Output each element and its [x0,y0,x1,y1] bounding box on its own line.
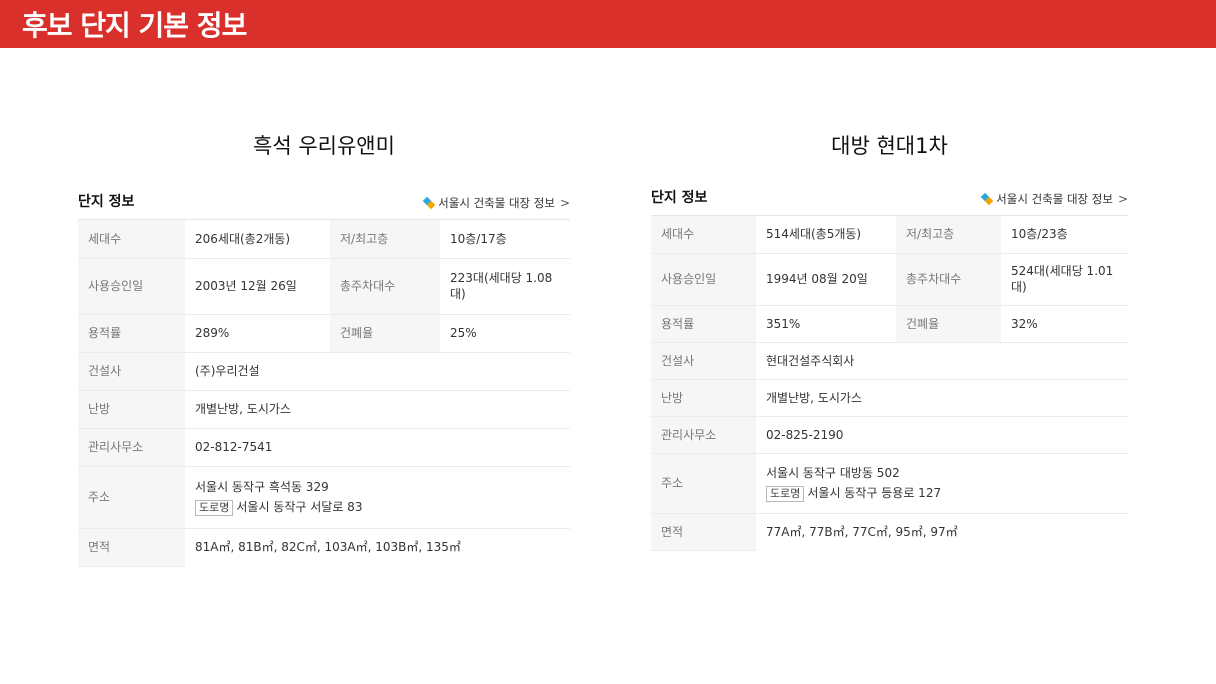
office-value: 02-812-7541 [185,428,570,467]
section-header: 단지 정보 서울시 건축물 대장 정보 > [651,184,1128,216]
approval-value: 2003년 12월 26일 [185,258,330,315]
table-row: 난방 개별난방, 도시가스 [78,390,570,429]
address-lot: 서울시 동작구 대방동 502 [766,465,900,480]
parking-value: 223대(세대당 1.08대) [440,258,570,315]
road-name-tag: 도로명 [195,499,234,516]
area-label: 면적 [651,513,756,551]
address-label: 주소 [651,453,756,514]
far-label: 용적률 [78,314,185,353]
building-registry-link-label: 서울시 건축물 대장 정보 [438,196,555,210]
floors-value: 10층/23층 [1001,216,1128,254]
complex-name: 흑석 우리유앤미 [253,134,395,158]
road-name-tag: 도로명 [766,485,805,502]
building-registry-icon [981,193,993,205]
builder-label: 건설사 [651,342,756,380]
section-title: 단지 정보 [78,194,135,210]
heating-label: 난방 [78,390,185,429]
heating-value: 개별난방, 도시가스 [756,379,1128,417]
address-road-line: 도로명 서울시 동작구 등용로 127 [766,485,1118,502]
building-registry-link[interactable]: 서울시 건축물 대장 정보 > [981,191,1128,207]
table-row: 주소 서울시 동작구 대방동 502 도로명 서울시 동작구 등용로 127 [651,453,1128,514]
address-label: 주소 [78,466,185,529]
parking-label: 총주차대수 [896,253,1001,306]
approval-label: 사용승인일 [78,258,185,315]
table-row: 건설사 현대건설주식회사 [651,342,1128,380]
households-value: 206세대(총2개동) [185,220,330,259]
households-label: 세대수 [651,216,756,254]
building-registry-icon [423,197,435,209]
table-row: 면적 81A㎡, 81B㎡, 82C㎡, 103A㎡, 103B㎡, 135㎡ [78,528,570,567]
builder-value: 현대건설주식회사 [756,342,1128,380]
page-title: 후보 단지 기본 정보 [22,9,247,42]
table-row: 세대수 206세대(총2개동) 저/최고층 10층/17층 [78,220,570,259]
builder-value: (주)우리건설 [185,352,570,391]
parking-value: 524대(세대당 1.01대) [1001,253,1128,306]
chevron-right-icon: > [1117,192,1128,206]
bcr-value: 25% [440,314,570,353]
far-value: 351% [756,305,896,343]
table-row: 주소 서울시 동작구 흑석동 329 도로명 서울시 동작구 서달로 83 [78,466,570,529]
table-row: 용적률 289% 건폐율 25% [78,314,570,353]
heating-label: 난방 [651,379,756,417]
approval-value: 1994년 08월 20일 [756,253,896,306]
address-value: 서울시 동작구 대방동 502 도로명 서울시 동작구 등용로 127 [756,453,1128,514]
area-label: 면적 [78,528,185,567]
table-row: 세대수 514세대(총5개동) 저/최고층 10층/23층 [651,216,1128,254]
table-row: 건설사 (주)우리건설 [78,352,570,391]
office-value: 02-825-2190 [756,416,1128,454]
table-row: 사용승인일 1994년 08월 20일 총주차대수 524대(세대당 1.01대… [651,253,1128,306]
parking-label: 총주차대수 [330,258,440,315]
far-label: 용적률 [651,305,756,343]
chevron-right-icon: > [559,196,570,210]
households-value: 514세대(총5개동) [756,216,896,254]
complex-name: 대방 현대1차 [831,134,948,158]
complex-panel-heukseok: 흑석 우리유앤미 단지 정보 서울시 건축물 대장 정보 > 세대수 206세대… [78,128,570,567]
floors-value: 10층/17층 [440,220,570,259]
building-registry-link[interactable]: 서울시 건축물 대장 정보 > [423,195,570,211]
table-row: 난방 개별난방, 도시가스 [651,379,1128,417]
households-label: 세대수 [78,220,185,259]
approval-label: 사용승인일 [651,253,756,306]
bcr-value: 32% [1001,305,1128,343]
address-road: 서울시 동작구 등용로 127 [807,485,942,500]
building-registry-link-label: 서울시 건축물 대장 정보 [996,192,1113,206]
area-value: 77A㎡, 77B㎡, 77C㎡, 95㎡, 97㎡ [756,513,1128,550]
area-value: 81A㎡, 81B㎡, 82C㎡, 103A㎡, 103B㎡, 135㎡ [185,528,570,566]
table-row: 용적률 351% 건폐율 32% [651,305,1128,343]
table-row: 사용승인일 2003년 12월 26일 총주차대수 223대(세대당 1.08대… [78,258,570,315]
section-title: 단지 정보 [651,190,708,206]
bcr-label: 건폐율 [330,314,440,353]
section-header: 단지 정보 서울시 건축물 대장 정보 > [78,184,570,220]
builder-label: 건설사 [78,352,185,391]
floors-label: 저/최고층 [330,220,440,259]
complex-info-table: 세대수 206세대(총2개동) 저/최고층 10층/17층 사용승인일 2003… [78,220,570,567]
heating-value: 개별난방, 도시가스 [185,390,570,429]
table-row: 면적 77A㎡, 77B㎡, 77C㎡, 95㎡, 97㎡ [651,513,1128,551]
office-label: 관리사무소 [651,416,756,454]
table-row: 관리사무소 02-812-7541 [78,428,570,467]
bcr-label: 건폐율 [896,305,1001,343]
complex-info-table: 세대수 514세대(총5개동) 저/최고층 10층/23층 사용승인일 1994… [651,216,1128,551]
table-row: 관리사무소 02-825-2190 [651,416,1128,454]
address-value: 서울시 동작구 흑석동 329 도로명 서울시 동작구 서달로 83 [185,466,570,529]
office-label: 관리사무소 [78,428,185,467]
address-road: 서울시 동작구 서달로 83 [236,499,363,514]
complex-panel-daebang: 대방 현대1차 단지 정보 서울시 건축물 대장 정보 > 세대수 514세대(… [651,128,1128,551]
address-road-line: 도로명 서울시 동작구 서달로 83 [195,499,560,516]
address-lot: 서울시 동작구 흑석동 329 [195,479,329,494]
header-bar: 후보 단지 기본 정보 [0,0,1216,48]
far-value: 289% [185,314,330,353]
floors-label: 저/최고층 [896,216,1001,254]
